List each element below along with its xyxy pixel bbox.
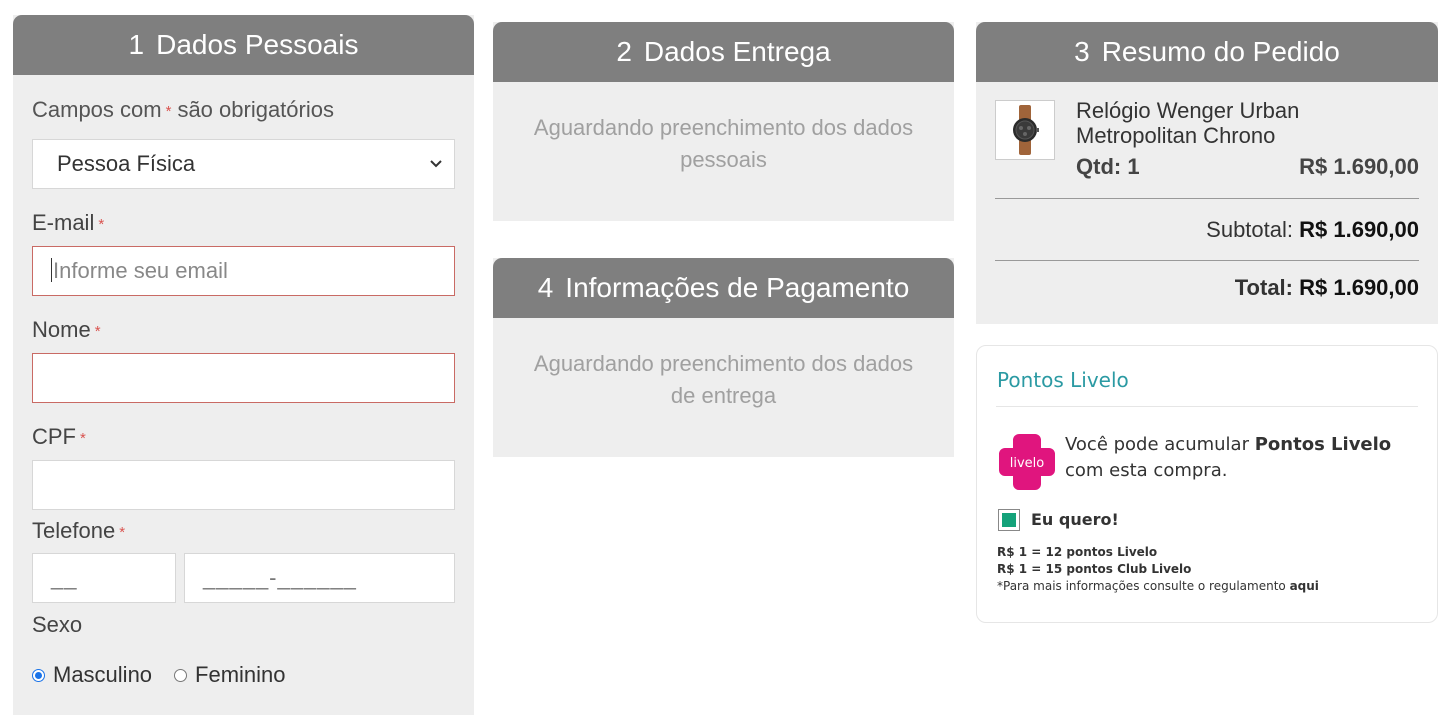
- required-star: *: [98, 216, 105, 233]
- delivery-data-header: 2 Dados Entrega: [493, 22, 954, 82]
- required-fields-note: Campos com * são obrigatórios: [32, 97, 334, 123]
- step-number: 3: [1074, 36, 1090, 67]
- person-type-value: Pessoa Física: [57, 151, 196, 176]
- panel-title: Informações de Pagamento: [565, 272, 910, 303]
- required-star: *: [165, 103, 172, 120]
- email-field[interactable]: Informe seu email: [32, 246, 455, 296]
- required-note-suffix: são obrigatórios: [177, 97, 334, 122]
- panel-title: Resumo do Pedido: [1101, 36, 1340, 67]
- phone-ddd-field[interactable]: __: [32, 553, 176, 603]
- payment-waiting-message: Aguardando preenchimento dos dados de en…: [533, 351, 914, 408]
- sex-radio-group: Masculino Feminino: [32, 662, 286, 688]
- sex-label-text: Sexo: [32, 612, 83, 637]
- chevron-down-icon: [430, 140, 442, 208]
- payment-info-header: 4 Informações de Pagamento: [493, 258, 954, 318]
- order-summary-header: 3 Resumo do Pedido: [976, 22, 1438, 82]
- livelo-rate-2: R$ 1 = 15 pontos Club Livelo: [997, 562, 1192, 576]
- email-label-text: E-mail: [32, 210, 95, 235]
- livelo-points-box: Pontos Livelo livelo Você pode acumular …: [976, 345, 1438, 623]
- name-field[interactable]: [32, 353, 455, 403]
- livelo-optin-checkbox[interactable]: [998, 509, 1020, 531]
- panel-title: Dados Entrega: [643, 36, 831, 67]
- delivery-waiting-message: Aguardando preenchimento dos dados pesso…: [533, 115, 914, 172]
- sex-radio-male[interactable]: [32, 668, 45, 682]
- email-label: E-mail *: [32, 210, 110, 236]
- required-star: *: [94, 323, 101, 340]
- email-placeholder: Informe seu email: [53, 258, 228, 283]
- delivery-data-panel: 2 Dados Entrega Aguardando preenchimento …: [493, 22, 954, 221]
- divider: [995, 260, 1419, 261]
- livelo-logo-text: livelo: [1010, 456, 1045, 471]
- livelo-title: Pontos Livelo: [997, 368, 1129, 392]
- subtotal-value: R$ 1.690,00: [1299, 217, 1419, 242]
- phone-label: Telefone *: [32, 518, 131, 544]
- divider: [996, 406, 1418, 407]
- phone-label-text: Telefone: [32, 518, 116, 543]
- phone-number-field[interactable]: _____-______: [184, 553, 455, 603]
- product-name[interactable]: Relógio Wenger Urban Metropolitan Chrono: [1076, 98, 1416, 148]
- required-star: *: [80, 430, 86, 447]
- cpf-label-text: CPF: [32, 424, 76, 449]
- step-number: 4: [537, 272, 554, 303]
- product-qty: Qtd: 1: [1076, 154, 1140, 179]
- subtotal-label: Subtotal:: [1206, 217, 1293, 242]
- livelo-msg-suffix: com esta compra.: [1065, 460, 1228, 481]
- panel-title: Dados Pessoais: [156, 29, 359, 60]
- total-value: R$ 1.690,00: [1299, 275, 1419, 300]
- livelo-logo: livelo: [997, 432, 1057, 492]
- cpf-label: CPF *: [32, 424, 92, 450]
- person-type-select[interactable]: Pessoa Física: [32, 139, 455, 189]
- phone-ddd-mask: __: [51, 565, 78, 590]
- livelo-optin-label[interactable]: Eu quero!: [1031, 510, 1119, 529]
- order-summary-panel: 3 Resumo do Pedido Relógio Wenger Urban M…: [976, 22, 1438, 324]
- sex-label: Sexo: [32, 612, 82, 638]
- required-note-prefix: Campos com: [32, 97, 162, 122]
- personal-data-header: 1 Dados Pessoais: [13, 15, 474, 75]
- step-number: 1: [128, 29, 145, 60]
- livelo-footnote-text: *Para mais informações consulte o regula…: [997, 579, 1286, 593]
- cpf-field[interactable]: [32, 460, 455, 510]
- required-star: *: [119, 524, 126, 541]
- name-label: Nome *: [32, 317, 107, 343]
- personal-data-panel: 1 Dados Pessoais Campos com * são obrigatór…: [13, 15, 474, 715]
- subtotal-row: Subtotal: R$ 1.690,00: [1206, 217, 1419, 243]
- payment-info-panel: 4 Informações de Pagamento Aguardando pre…: [493, 258, 954, 457]
- livelo-msg-bold: Pontos Livelo: [1254, 434, 1392, 455]
- livelo-msg-prefix: Você pode acumular: [1065, 434, 1249, 455]
- product-thumbnail[interactable]: [995, 100, 1055, 160]
- divider: [995, 198, 1419, 199]
- phone-number-mask: _____-______: [203, 565, 357, 590]
- sex-option-male[interactable]: Masculino: [53, 662, 152, 688]
- total-label: Total:: [1234, 275, 1293, 300]
- livelo-rules-link[interactable]: aqui: [1290, 579, 1319, 593]
- sex-radio-female[interactable]: [174, 668, 188, 682]
- text-cursor: [51, 258, 52, 283]
- step-number: 2: [616, 36, 632, 67]
- product-price: R$ 1.690,00: [1299, 154, 1419, 179]
- total-row: Total: R$ 1.690,00: [1235, 275, 1419, 301]
- sex-option-female[interactable]: Feminino: [195, 662, 285, 688]
- livelo-rate-1: R$ 1 = 12 pontos Livelo: [997, 545, 1158, 559]
- livelo-message: Você pode acumular Pontos Livelo com est…: [1065, 432, 1395, 484]
- watch-icon: [1013, 105, 1039, 155]
- livelo-footnote: *Para mais informações consulte o regula…: [997, 579, 1319, 593]
- name-label-text: Nome: [32, 317, 91, 342]
